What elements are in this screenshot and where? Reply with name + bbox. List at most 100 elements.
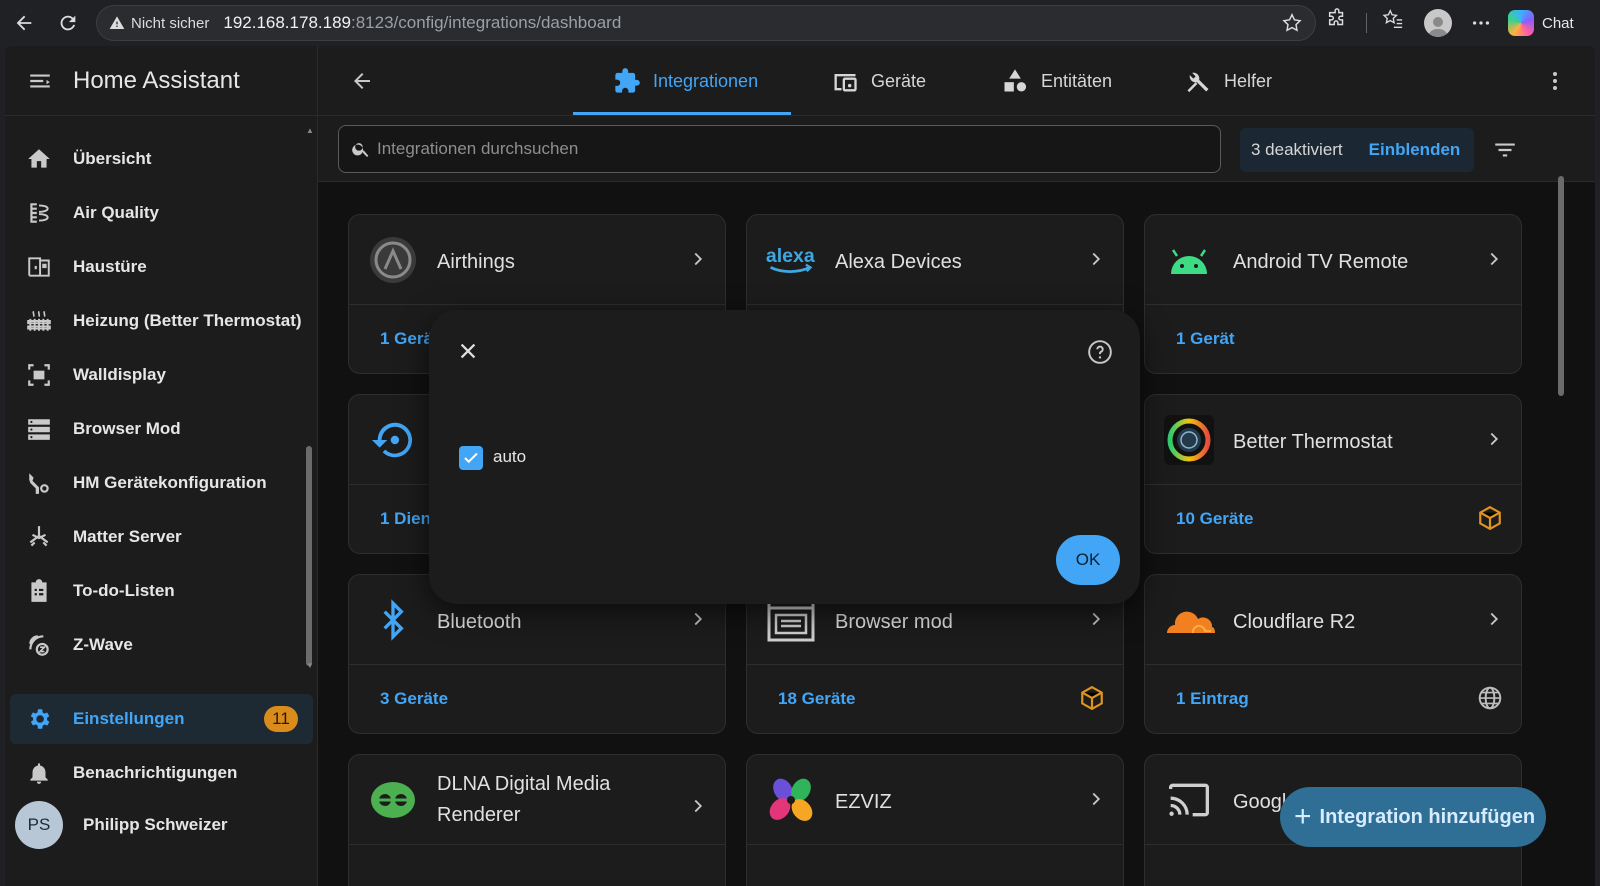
chevron-right-icon — [687, 248, 709, 275]
integration-card-dlna[interactable]: DLNA Digital Media Renderer — [348, 754, 726, 886]
integration-name: Android TV Remote — [1233, 251, 1409, 273]
radiator-icon — [25, 307, 53, 335]
integration-name: Alexa Devices — [835, 251, 962, 273]
sidebar-item-haustuere[interactable]: Haustüre — [5, 240, 318, 294]
auto-checkbox-label[interactable]: auto — [493, 447, 526, 467]
integration-name: Browser mod — [835, 611, 953, 633]
add-integration-button[interactable]: + Integration hinzufügen — [1280, 787, 1546, 847]
sidebar-user[interactable]: PS Philipp Schweizer — [5, 800, 318, 850]
integration-card-better-thermostat[interactable]: Better Thermostat 10 Geräte — [1144, 394, 1522, 554]
device-count-link[interactable]: 18 Geräte — [778, 689, 856, 709]
tab-entities[interactable]: Entitäten — [1001, 46, 1112, 116]
sidebar-item-label: Air Quality — [73, 203, 159, 222]
sidebar-item-label: Heizung (Better Thermostat) — [73, 311, 302, 330]
z-wave-icon — [25, 631, 53, 659]
favorites-icon[interactable] — [1382, 8, 1404, 30]
globe-icon — [1475, 683, 1505, 713]
browser-toolbar: Nicht sicher 192.168.178.189:8123/config… — [0, 0, 1600, 46]
sidebar-item-label: Benachrichtigungen — [73, 763, 238, 782]
integration-name: Cloudflare R2 — [1233, 611, 1356, 633]
tab-devices[interactable]: Geräte — [831, 46, 926, 116]
air-filter-icon — [25, 199, 53, 227]
more-menu-icon[interactable] — [1470, 12, 1492, 34]
filter-icon[interactable] — [1490, 135, 1520, 165]
scroll-down-arrow[interactable]: ▼ — [306, 661, 314, 670]
wrench-cog-icon — [25, 469, 53, 497]
reload-icon[interactable] — [54, 9, 82, 37]
integration-name: Better Thermostat — [1233, 431, 1393, 453]
back-arrow-icon[interactable] — [10, 9, 38, 37]
device-count-link[interactable]: 1 Gerä — [380, 329, 433, 349]
gear-icon — [25, 705, 53, 733]
integration-card-ezviz[interactable]: EZVIZ — [746, 754, 1124, 886]
show-disabled-button[interactable]: Einblenden — [1369, 140, 1461, 160]
sidebar-item-z-wave[interactable]: Z-Wave — [5, 618, 318, 672]
entry-count-link[interactable]: 1 Eintrag — [1176, 689, 1249, 709]
chevron-right-icon — [1483, 608, 1505, 635]
sidebar-item-label: Z-Wave — [73, 635, 133, 654]
options-dialog: auto OK — [429, 310, 1140, 604]
device-count-link[interactable]: 3 Geräte — [380, 689, 448, 709]
sidebar-item-label: Haustüre — [73, 257, 147, 276]
service-count-link[interactable]: 1 Dien — [380, 509, 431, 529]
profile-icon[interactable] — [1424, 9, 1452, 37]
copilot-chat-button[interactable]: Chat — [1508, 6, 1574, 40]
device-count-link[interactable]: 10 Geräte — [1176, 509, 1254, 529]
sidebar-item-settings[interactable]: Einstellungen 11 — [10, 694, 313, 744]
sidebar-item-walldisplay[interactable]: Walldisplay — [5, 348, 318, 402]
sidebar-item-label: To-do-Listen — [73, 581, 175, 600]
sidebar-item-hm-geraetekonfiguration[interactable]: HM Gerätekonfiguration — [5, 456, 318, 510]
tab-helpers[interactable]: Helfer — [1184, 46, 1272, 116]
chevron-right-icon — [1085, 248, 1107, 275]
sidebar-item-matter-server[interactable]: Matter Server — [5, 510, 318, 564]
fullscreen-icon — [25, 361, 53, 389]
bookmark-star-icon[interactable] — [1281, 12, 1303, 39]
search-input[interactable] — [377, 139, 1197, 159]
auto-checkbox[interactable] — [459, 446, 483, 470]
search-toolbar: 3 deaktiviert Einblenden — [318, 116, 1595, 182]
help-icon[interactable] — [1086, 338, 1114, 366]
settings-badge: 11 — [264, 706, 298, 732]
sidebar-item-label: Matter Server — [73, 527, 182, 546]
sidebar-item-overview[interactable]: Übersicht — [5, 132, 318, 186]
chevron-right-icon — [1085, 608, 1107, 635]
security-warning[interactable]: Nicht sicher — [109, 15, 209, 32]
ezviz-logo-icon — [765, 774, 817, 826]
app-title: Home Assistant — [73, 66, 240, 94]
address-bar[interactable]: Nicht sicher 192.168.178.189:8123/config… — [96, 5, 1316, 41]
extensions-icon[interactable] — [1326, 8, 1348, 30]
main-scrollbar[interactable] — [1558, 176, 1564, 396]
sidebar-item-browser-mod[interactable]: Browser Mod — [5, 402, 318, 456]
chevron-right-icon — [1483, 248, 1505, 275]
device-count-link[interactable]: 1 Gerät — [1176, 329, 1235, 349]
scroll-up-arrow[interactable]: ▲ — [306, 126, 314, 135]
integration-card-android-tv-remote[interactable]: Android TV Remote 1 Gerät — [1144, 214, 1522, 374]
back-arrow-icon[interactable] — [348, 67, 376, 95]
sidebar-item-air-quality[interactable]: Air Quality — [5, 186, 318, 240]
sidebar-item-todo[interactable]: To-do-Listen — [5, 564, 318, 618]
cloudflare-logo-icon — [1163, 594, 1215, 646]
devices-icon — [831, 67, 859, 95]
menu-icon[interactable] — [26, 67, 54, 95]
cast-icon — [1163, 774, 1215, 826]
alexa-logo-text: alexa — [766, 245, 815, 267]
sidebar-list: Übersicht Air Quality Haustüre Heizung (… — [5, 132, 318, 672]
sidebar-scrollbar[interactable] — [306, 446, 312, 666]
ok-button[interactable]: OK — [1056, 535, 1120, 585]
chevron-right-icon — [687, 795, 709, 822]
copilot-icon — [1508, 10, 1534, 36]
tab-integrations[interactable]: Integrationen — [613, 46, 758, 116]
toolbar-divider — [1366, 13, 1367, 33]
chevron-right-icon — [1085, 788, 1107, 815]
search-icon — [351, 139, 371, 159]
disabled-count: 3 deaktiviert — [1251, 140, 1343, 159]
integration-card-cloudflare-r2[interactable]: Cloudflare R2 1 Eintrag — [1144, 574, 1522, 734]
sidebar-item-label: Einstellungen — [73, 709, 185, 728]
sidebar-item-notifications[interactable]: Benachrichtigungen — [5, 746, 318, 800]
sidebar-header: Home Assistant — [5, 46, 317, 116]
overflow-menu-icon[interactable] — [1541, 67, 1569, 95]
sidebar-item-heizung[interactable]: Heizung (Better Thermostat) — [5, 294, 318, 348]
close-icon[interactable] — [455, 338, 481, 364]
disabled-integrations-notice: 3 deaktiviert Einblenden — [1240, 128, 1474, 172]
search-box[interactable] — [338, 125, 1221, 173]
